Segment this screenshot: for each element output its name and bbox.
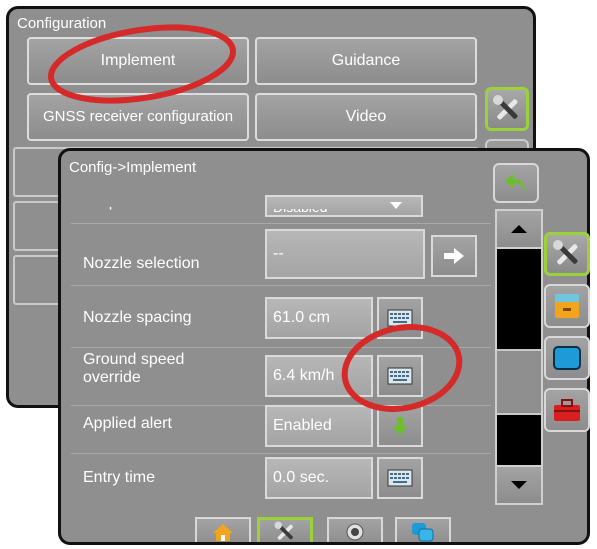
ground-speed-keyboard-button[interactable] xyxy=(377,355,423,397)
console-settings-button[interactable] xyxy=(544,336,590,380)
implement-panel: Config->Implement Droplet size monitor D… xyxy=(58,148,590,545)
divider xyxy=(71,223,491,224)
applied-alert-value[interactable]: Enabled xyxy=(265,405,373,447)
back-button[interactable] xyxy=(493,163,539,203)
entry-time-label: Entry time xyxy=(83,469,156,486)
home-tab[interactable] xyxy=(195,517,251,542)
layers-icon xyxy=(412,523,434,542)
droplet-size-value: Disabled xyxy=(273,199,328,215)
keyboard-icon xyxy=(387,469,413,487)
tools-tab[interactable] xyxy=(257,517,313,542)
chevron-down-icon xyxy=(390,202,402,209)
ground-speed-value[interactable]: 6.4 km/h xyxy=(265,355,373,397)
tools-icon xyxy=(274,521,293,540)
video-button[interactable]: Video xyxy=(255,93,477,141)
ground-speed-label: Ground speed override xyxy=(83,351,185,387)
divider xyxy=(71,285,491,286)
droplet-size-label: Droplet size monitor xyxy=(83,193,226,210)
gnss-receiver-button[interactable]: GNSS receiver configuration xyxy=(27,93,249,141)
nozzle-selection-label: Nozzle selection xyxy=(83,255,200,272)
nozzle-spacing-keyboard-button[interactable] xyxy=(377,297,423,339)
nozzle-selection-value[interactable]: -- xyxy=(265,229,425,279)
scroll-up-button[interactable] xyxy=(497,211,541,249)
scroll-thumb[interactable] xyxy=(497,349,541,415)
tools-box-button[interactable] xyxy=(544,388,590,432)
divider xyxy=(71,453,491,454)
keyboard-icon xyxy=(387,367,413,385)
applied-alert-label: Applied alert xyxy=(83,415,172,432)
keyboard-icon xyxy=(387,309,413,327)
layers-tab[interactable] xyxy=(395,517,451,542)
screen-icon xyxy=(553,346,581,370)
nozzle-selection-next-button[interactable] xyxy=(431,235,477,277)
arrow-right-icon xyxy=(444,248,464,264)
triangle-up-icon xyxy=(511,225,527,233)
tools-icon[interactable] xyxy=(485,87,529,131)
toolbox-icon xyxy=(554,399,580,421)
data-management-button[interactable] xyxy=(544,284,590,328)
divider xyxy=(71,347,491,348)
scrollbar[interactable] xyxy=(495,209,543,505)
scroll-down-button[interactable] xyxy=(497,465,541,503)
guidance-button[interactable]: Guidance xyxy=(255,37,477,85)
configuration-title: Configuration xyxy=(17,15,107,32)
entry-time-value[interactable]: 0.0 sec. xyxy=(265,457,373,499)
droplet-size-dropdown[interactable]: Disabled xyxy=(265,195,423,217)
triangle-down-icon xyxy=(511,481,527,489)
implement-title: Config->Implement xyxy=(69,159,197,176)
camera-tab[interactable] xyxy=(327,517,383,542)
home-icon xyxy=(213,524,233,541)
back-arrow-icon xyxy=(505,174,525,192)
arrow-down-icon xyxy=(392,417,408,435)
entry-time-keyboard-button[interactable] xyxy=(377,457,423,499)
tools-icon xyxy=(553,240,578,265)
nozzle-selection-text: -- xyxy=(273,245,284,262)
camera-icon xyxy=(346,523,364,541)
implement-button[interactable]: Implement xyxy=(27,37,249,85)
cabinet-icon xyxy=(555,294,579,318)
tools-button[interactable] xyxy=(544,232,590,276)
nozzle-spacing-label: Nozzle spacing xyxy=(83,309,192,326)
nozzle-spacing-value[interactable]: 61.0 cm xyxy=(265,297,373,339)
applied-alert-dropdown-button[interactable] xyxy=(377,405,423,447)
